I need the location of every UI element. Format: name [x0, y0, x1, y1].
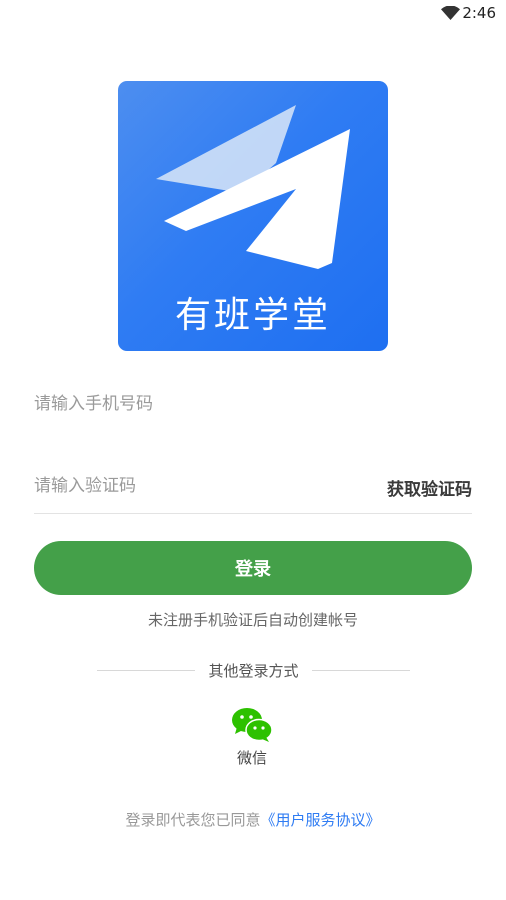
app-logo: 有班学堂: [118, 81, 388, 351]
agreement-text: 登录即代表您已同意《用户服务协议》: [0, 809, 506, 830]
divider-line-right: [312, 670, 410, 671]
status-time: 2:46: [462, 4, 496, 22]
register-notice: 未注册手机验证后自动创建帐号: [147, 611, 358, 629]
user-agreement-link[interactable]: 《用户服务协议》: [261, 811, 381, 829]
code-input[interactable]: [34, 466, 354, 506]
login-button[interactable]: 登录: [34, 541, 472, 595]
status-bar: 2:46: [0, 0, 506, 26]
field-divider: [34, 513, 472, 514]
paper-plane-icon: [156, 105, 350, 269]
get-code-button[interactable]: 获取验证码: [387, 475, 472, 500]
wifi-icon: [441, 6, 460, 20]
app-name: 有班学堂: [174, 295, 331, 336]
wechat-icon: [232, 708, 273, 742]
phone-input[interactable]: [34, 384, 354, 424]
phone-field[interactable]: [34, 384, 472, 424]
code-field[interactable]: 获取验证码: [34, 466, 472, 506]
wechat-login-button[interactable]: 微信: [227, 707, 277, 771]
agreement-prefix: 登录即代表您已同意: [125, 811, 261, 829]
other-login-header: 其他登录方式: [97, 659, 410, 681]
wechat-label: 微信: [236, 749, 267, 767]
